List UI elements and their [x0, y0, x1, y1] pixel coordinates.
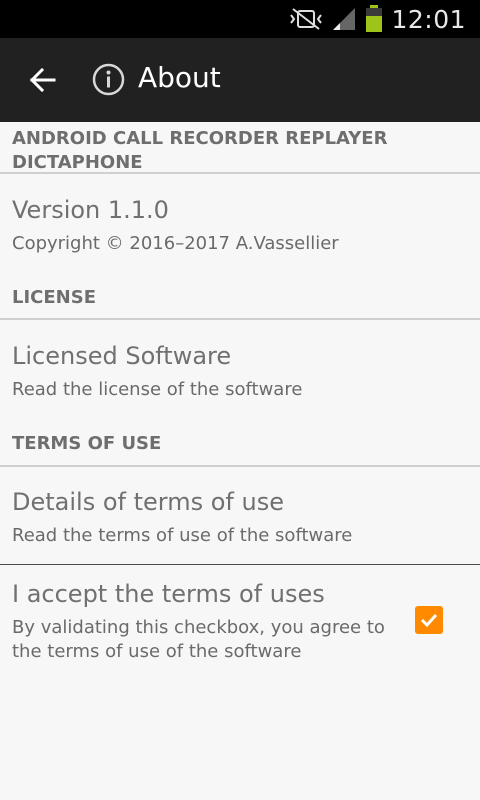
section-header-terms: TERMS OF USE [12, 433, 162, 454]
status-time: 12:01 [391, 4, 466, 34]
version-title: Version 1.1.0 [12, 196, 169, 224]
divider [0, 318, 480, 320]
licensed-software-summary: Read the license of the software [12, 379, 303, 400]
terms-details-title: Details of terms of use [12, 488, 284, 516]
status-bar: 12:01 [0, 0, 480, 38]
info-icon [92, 63, 125, 96]
accept-terms-checkbox[interactable] [415, 606, 443, 634]
battery-icon [366, 5, 383, 32]
vibrate-off-icon [290, 8, 323, 30]
accept-terms-title: I accept the terms of uses [12, 580, 325, 608]
section-header-license: LICENSE [12, 287, 96, 308]
toolbar: About [0, 38, 480, 122]
page-title: About [138, 61, 221, 94]
copyright-text: Copyright © 2016–2017 A.Vassellier [12, 233, 339, 254]
section-header-app: ANDROID CALL RECORDER REPLAYER DICTAPHON… [12, 128, 388, 173]
licensed-software-title: Licensed Software [12, 342, 232, 370]
preferences-list: ANDROID CALL RECORDER REPLAYER DICTAPHON… [0, 122, 480, 800]
status-icons: 12:01 [289, 0, 466, 38]
divider [0, 564, 480, 565]
checkmark-icon [420, 613, 438, 628]
signal-icon [333, 8, 356, 30]
divider [0, 172, 480, 174]
accept-terms-summary: By validating this checkbox, you agree t… [12, 617, 385, 662]
terms-details-summary: Read the terms of use of the software [12, 525, 353, 546]
arrow-left-icon[interactable] [28, 66, 56, 94]
divider [0, 465, 480, 467]
